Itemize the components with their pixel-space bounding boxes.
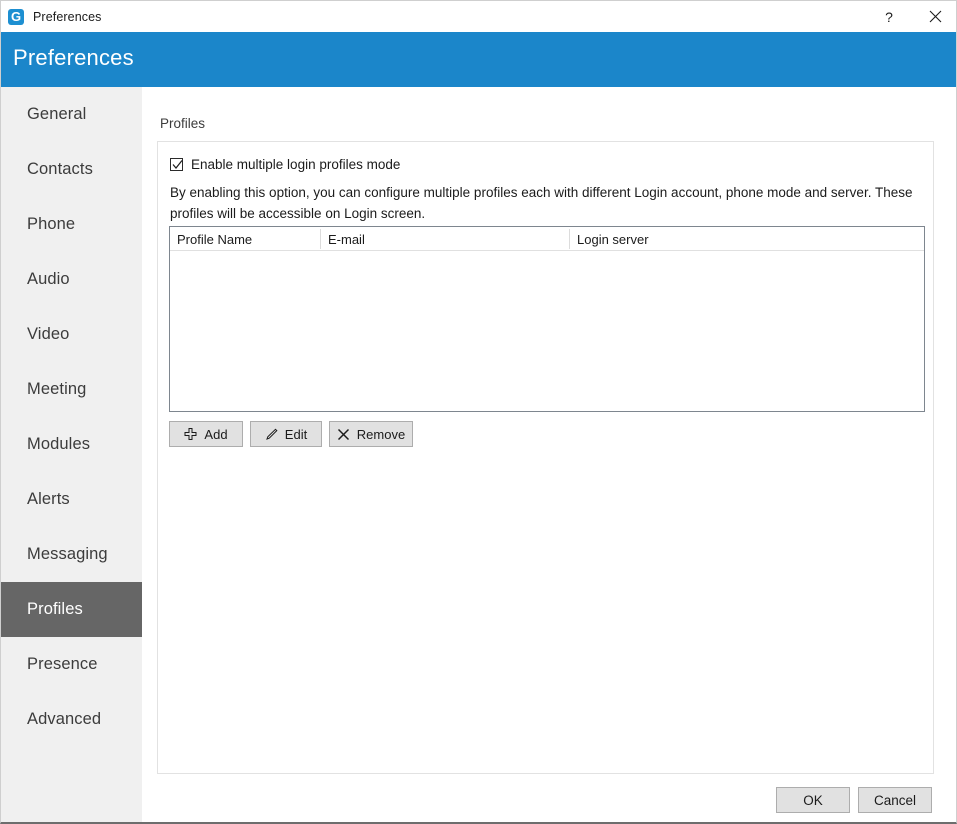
- sidebar-item-label: Modules: [27, 435, 91, 453]
- sidebar-item-label: Video: [27, 325, 70, 343]
- dialog-footer: OK Cancel: [142, 787, 956, 822]
- header-band: Preferences: [1, 32, 956, 87]
- pencil-icon: [265, 428, 278, 441]
- ok-button-label: OK: [803, 792, 823, 808]
- sidebar-item-messaging[interactable]: Messaging: [1, 527, 142, 582]
- column-header-label: E-mail: [328, 231, 365, 247]
- column-header-email[interactable]: E-mail: [321, 227, 570, 251]
- sidebar-item-label: Profiles: [27, 600, 83, 618]
- sidebar-item-label: Phone: [27, 215, 76, 233]
- help-icon[interactable]: ?: [866, 1, 912, 32]
- sidebar-item-modules[interactable]: Modules: [1, 417, 142, 472]
- sidebar-item-phone[interactable]: Phone: [1, 197, 142, 252]
- table-header-row: Profile Name E-mail Login server: [170, 227, 924, 251]
- edit-button[interactable]: Edit: [250, 421, 322, 447]
- cancel-button[interactable]: Cancel: [858, 787, 932, 813]
- sidebar-item-audio[interactable]: Audio: [1, 252, 142, 307]
- page-title: Preferences: [13, 45, 134, 70]
- sidebar-item-label: Presence: [27, 655, 98, 673]
- plus-icon: [184, 427, 197, 441]
- title-bar: G Preferences ?: [1, 1, 956, 32]
- description-text: By enabling this option, you can configu…: [170, 185, 913, 221]
- cancel-button-label: Cancel: [873, 792, 917, 808]
- sidebar-item-label: Audio: [27, 270, 70, 288]
- checkbox-checked-icon: [170, 158, 183, 171]
- edit-button-label: Edit: [284, 426, 308, 442]
- ok-button[interactable]: OK: [776, 787, 850, 813]
- sidebar-item-label: Meeting: [27, 380, 87, 398]
- profiles-table[interactable]: Profile Name E-mail Login server: [169, 226, 925, 412]
- checkbox-label: Enable multiple login profiles mode: [191, 157, 401, 172]
- sidebar-item-presence[interactable]: Presence: [1, 637, 142, 692]
- sidebar-item-meeting[interactable]: Meeting: [1, 362, 142, 417]
- app-logo-glyph: G: [10, 8, 22, 24]
- add-button[interactable]: Add: [169, 421, 243, 447]
- remove-button-label: Remove: [356, 426, 406, 442]
- table-actions: Add Edit Remove: [169, 421, 413, 447]
- column-header-label: Login server: [577, 231, 649, 247]
- sidebar-item-label: General: [27, 105, 87, 123]
- remove-button[interactable]: Remove: [329, 421, 413, 447]
- sidebar: General Contacts Phone Audio Video Meeti…: [1, 87, 142, 822]
- close-icon[interactable]: [912, 1, 956, 32]
- profiles-panel: Enable multiple login profiles mode By e…: [157, 141, 934, 774]
- column-header-profile-name[interactable]: Profile Name: [170, 227, 321, 251]
- enable-profiles-checkbox[interactable]: Enable multiple login profiles mode: [170, 157, 400, 172]
- sidebar-item-label: Advanced: [27, 710, 102, 728]
- sidebar-item-label: Messaging: [27, 545, 108, 563]
- sidebar-item-label: Contacts: [27, 160, 93, 178]
- preferences-window: G Preferences ? Preferences General Cont…: [0, 0, 957, 824]
- help-glyph: ?: [885, 8, 893, 25]
- content-area: Profiles Enable multiple login profiles …: [142, 87, 956, 822]
- sidebar-item-general[interactable]: General: [1, 87, 142, 142]
- column-header-label: Profile Name: [177, 231, 253, 247]
- section-label: Profiles: [160, 116, 206, 131]
- table-body-empty[interactable]: [170, 251, 924, 411]
- cross-icon: [337, 428, 350, 441]
- sidebar-item-video[interactable]: Video: [1, 307, 142, 362]
- sidebar-item-alerts[interactable]: Alerts: [1, 472, 142, 527]
- column-header-login-server[interactable]: Login server: [570, 227, 924, 251]
- add-button-label: Add: [204, 426, 228, 442]
- app-logo-icon: G: [8, 8, 24, 25]
- window-title: Preferences: [33, 9, 102, 24]
- sidebar-item-profiles[interactable]: Profiles: [1, 582, 142, 637]
- sidebar-item-advanced[interactable]: Advanced: [1, 692, 142, 747]
- sidebar-item-label: Alerts: [27, 490, 70, 508]
- sidebar-item-contacts[interactable]: Contacts: [1, 142, 142, 197]
